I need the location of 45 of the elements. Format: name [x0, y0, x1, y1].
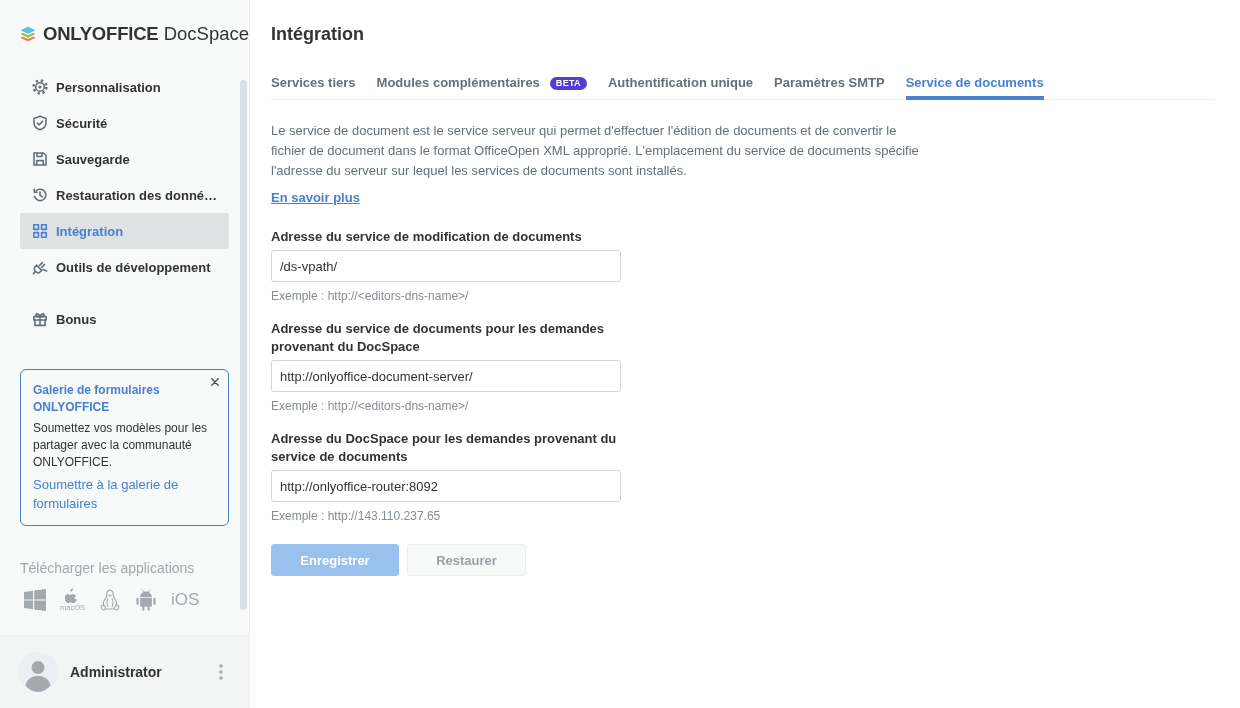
user-name: Administrator [70, 664, 163, 680]
beta-badge: BETA [549, 76, 587, 90]
promo-link[interactable]: Soumettre à la galerie de formulaires [33, 475, 218, 513]
description-text: Le service de document est le service serveur qui permet d'effectuer l'édition de documents et de convertir le fichier de document dans le format OfficeOpen XML approprié. L'emplacement du service de documents spécifie l'adresse du serveur sur lequel les services de documents sont installés. [271, 122, 920, 180]
nav-item[interactable]: Personnalisation [20, 69, 229, 105]
field-hint: Exemple : http://<editors-dns-name>/ [271, 288, 470, 304]
nav-item[interactable]: Bonus [20, 301, 229, 337]
field-label: Adresse du service de documents pour les demandes provenant du DocSpace [271, 320, 606, 356]
downloads-title: Télécharger les applications [20, 559, 196, 578]
field-hint: Exemple : http://<editors-dns-name>/ [271, 398, 470, 414]
gear-icon [32, 79, 48, 95]
nav-item[interactable]: Sauvegarde [20, 141, 229, 177]
text-field[interactable]: /ds-vpath/ [271, 250, 621, 282]
avatar-icon [18, 652, 58, 692]
plug-icon [32, 259, 48, 275]
tab[interactable]: Services tiers [271, 74, 356, 100]
field-hint: Exemple : http://143.110.237.65 [271, 508, 442, 524]
field-label: Adresse du service de modification de documents [271, 228, 583, 246]
penguin-icon[interactable] [99, 588, 121, 611]
nav-item[interactable]: Intégration [20, 213, 229, 249]
field-label: Adresse du DocSpace pour les demandes provenant du service de documents [271, 430, 618, 466]
nav-item[interactable]: Outils de développement [20, 249, 229, 285]
windows-logo-icon[interactable] [24, 588, 46, 611]
android-robot-icon[interactable] [135, 588, 157, 611]
tab[interactable]: Service de documents [905, 74, 1044, 100]
tab[interactable]: Paramètres SMTP [774, 74, 885, 100]
kebab-menu-icon[interactable] [219, 664, 223, 680]
apple-icon [65, 587, 80, 604]
promo-text: Soumettez vos modèles pour les partager avec la communauté ONLYOFFICE. [33, 420, 209, 471]
nav-item[interactable]: Sécurité [20, 105, 229, 141]
shield-check-icon [32, 115, 48, 131]
tab[interactable]: Authentification unique [607, 74, 754, 100]
history-icon [32, 187, 48, 203]
learn-more-link[interactable]: En savoir plus [271, 188, 360, 208]
close-icon[interactable] [211, 378, 219, 386]
grid-icon [32, 223, 48, 239]
logo-wordmark: ONLYOFFICE DocSpace [42, 22, 249, 46]
text-field[interactable]: http://onlyoffice-document-server/ [271, 360, 621, 392]
scrollbar-thumb[interactable] [240, 80, 247, 610]
page-title: Intégration [271, 23, 365, 46]
text-field[interactable]: http://onlyoffice-router:8092 [271, 470, 621, 502]
tab[interactable]: Modules complémentaires BETA [376, 74, 587, 100]
gift-icon [32, 311, 48, 327]
nav-item[interactable]: Restauration des donné… [20, 177, 229, 213]
promo-title: Galerie de formulaires ONLYOFFICE [33, 382, 161, 416]
